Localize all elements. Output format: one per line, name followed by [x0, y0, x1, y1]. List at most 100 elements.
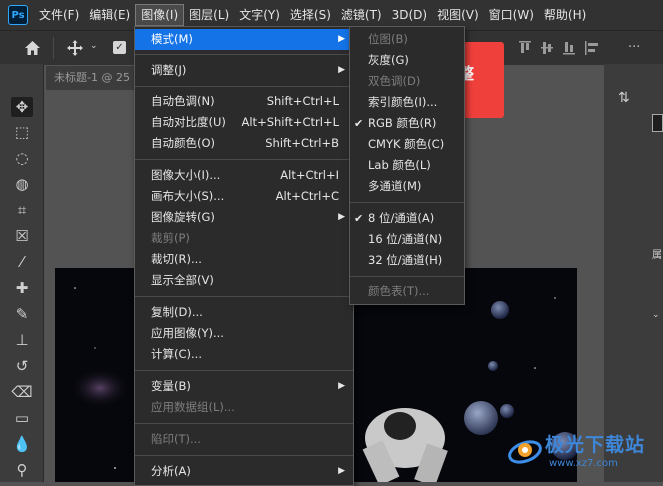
checkmark-icon: ✔: [354, 212, 364, 225]
menu-item-analysis[interactable]: 分析(A) ▶: [135, 461, 353, 482]
menu-item-label: 显示全部(V): [151, 273, 214, 287]
dodge-tool-icon[interactable]: ⚲: [11, 460, 33, 480]
menu-item-duplicate[interactable]: 复制(D)...: [135, 302, 353, 323]
gradient-tool-icon[interactable]: ▭: [11, 408, 33, 428]
chevron-down-icon[interactable]: ⌄: [652, 310, 660, 320]
chevron-down-icon[interactable]: ⌄: [90, 41, 98, 51]
menu-select[interactable]: 选择(S): [285, 4, 336, 26]
submenu-item-grayscale[interactable]: 灰度(G): [350, 50, 464, 71]
menu-edit[interactable]: 编辑(E): [84, 4, 135, 26]
move-tool-icon[interactable]: ✥: [11, 97, 33, 117]
eraser-tool-icon[interactable]: ⌫: [11, 382, 33, 402]
crop-tool-icon[interactable]: ⌗: [11, 200, 33, 220]
quick-select-tool-icon[interactable]: ◍: [11, 174, 33, 194]
separator: [135, 86, 353, 87]
menu-item-label: 裁剪(P): [151, 231, 190, 245]
menu-type[interactable]: 文字(Y): [234, 4, 285, 26]
submenu-item-multichannel[interactable]: 多通道(M): [350, 176, 464, 197]
submenu-item-32-bit[interactable]: 32 位/通道(H): [350, 250, 464, 271]
document-tab[interactable]: 未标题-1 @ 25: [46, 66, 134, 90]
frame-tool-icon[interactable]: ☒: [11, 226, 33, 246]
menu-item-adjustments[interactable]: 调整(J) ▶: [135, 60, 353, 81]
menu-item-label: 画布大小(S)...: [151, 189, 225, 203]
submenu-arrow-icon: ▶: [338, 65, 345, 75]
menu-item-label: 调整(J): [151, 63, 187, 77]
healing-brush-tool-icon[interactable]: ✚: [11, 278, 33, 298]
photoshop-logo-icon[interactable]: Ps: [8, 5, 28, 25]
submenu-item-label: RGB 颜色(R): [368, 116, 437, 130]
eyedropper-tool-icon[interactable]: ⁄: [11, 252, 33, 272]
menu-window[interactable]: 窗口(W): [484, 4, 539, 26]
menu-item-apply-data-set: 应用数据组(L)...: [135, 397, 353, 418]
menu-item-reveal-all[interactable]: 显示全部(V): [135, 270, 353, 291]
align-icons[interactable]: [519, 41, 609, 55]
panel-tab-label[interactable]: 属: [652, 246, 662, 261]
menu-item-calculations[interactable]: 计算(C)...: [135, 344, 353, 365]
menu-item-trim[interactable]: 裁切(R)...: [135, 249, 353, 270]
planet: [464, 401, 498, 435]
blur-tool-icon[interactable]: 💧: [11, 434, 33, 454]
menu-item-shortcut: Alt+Ctrl+C: [275, 189, 339, 203]
lasso-tool-icon[interactable]: ◌: [11, 148, 33, 168]
menu-view[interactable]: 视图(V): [432, 4, 484, 26]
menu-item-image-size[interactable]: 图像大小(I)... Alt+Ctrl+I: [135, 165, 353, 186]
menu-item-shortcut: Shift+Ctrl+B: [265, 136, 339, 150]
menu-item-label: 应用数据组(L)...: [151, 400, 235, 414]
submenu-arrow-icon: ▶: [338, 34, 345, 44]
separator: [135, 423, 353, 424]
submenu-item-label: 位图(B): [368, 32, 408, 46]
submenu-item-label: 16 位/通道(N): [368, 232, 443, 246]
separator: [135, 54, 353, 55]
menu-item-canvas-size[interactable]: 画布大小(S)... Alt+Ctrl+C: [135, 186, 353, 207]
menu-file[interactable]: 文件(F): [34, 4, 84, 26]
submenu-item-bitmap: 位图(B): [350, 29, 464, 50]
menu-item-auto-contrast[interactable]: 自动对比度(U) Alt+Shift+Ctrl+L: [135, 112, 353, 133]
history-brush-tool-icon[interactable]: ↺: [11, 356, 33, 376]
separator: [135, 159, 353, 160]
menu-help[interactable]: 帮助(H): [539, 4, 591, 26]
menu-item-label: 图像大小(I)...: [151, 168, 221, 182]
submenu-item-cmyk-color[interactable]: CMYK 颜色(C): [350, 134, 464, 155]
submenu-item-indexed-color[interactable]: 索引颜色(I)...: [350, 92, 464, 113]
menu-item-label: 复制(D)...: [151, 305, 203, 319]
more-options-icon[interactable]: ···: [628, 40, 640, 55]
menu-item-apply-image[interactable]: 应用图像(Y)...: [135, 323, 353, 344]
submenu-item-8-bit[interactable]: ✔ 8 位/通道(A): [350, 208, 464, 229]
menu-item-crop: 裁剪(P): [135, 228, 353, 249]
menu-item-image-rotation[interactable]: 图像旋转(G) ▶: [135, 207, 353, 228]
submenu-item-label: 8 位/通道(A): [368, 211, 435, 225]
watermark-logo-icon: [508, 440, 542, 464]
menu-item-auto-tone[interactable]: 自动色调(N) Shift+Ctrl+L: [135, 91, 353, 112]
swatch-icon[interactable]: [652, 114, 663, 132]
menu-item-shortcut: Alt+Ctrl+I: [280, 168, 339, 182]
menu-item-label: 变量(B): [151, 379, 191, 393]
menu-item-shortcut: Shift+Ctrl+L: [266, 94, 339, 108]
marquee-tool-icon[interactable]: ⬚: [11, 122, 33, 142]
separator: [350, 202, 464, 203]
submenu-item-label: 颜色表(T)...: [368, 284, 430, 298]
checkmark-icon: ✔: [354, 117, 364, 130]
menu-item-variables[interactable]: 变量(B) ▶: [135, 376, 353, 397]
submenu-item-lab-color[interactable]: Lab 颜色(L): [350, 155, 464, 176]
nebula: [70, 368, 130, 408]
brush-tool-icon[interactable]: ✎: [11, 304, 33, 324]
menu-item-auto-color[interactable]: 自动颜色(O) Shift+Ctrl+B: [135, 133, 353, 154]
image-menu: 模式(M) ▶ 调整(J) ▶ 自动色调(N) Shift+Ctrl+L 自动对…: [134, 26, 354, 486]
checkbox-icon[interactable]: ✓: [113, 41, 126, 54]
separator: [135, 455, 353, 456]
watermark-url: www.xz7.com: [549, 458, 618, 469]
menu-item-label: 自动颜色(O): [151, 136, 216, 150]
menu-3d[interactable]: 3D(D): [387, 4, 432, 26]
menu-filter[interactable]: 滤镜(T): [336, 4, 387, 26]
menu-image[interactable]: 图像(I): [135, 4, 185, 26]
history-panel-icon[interactable]: ⇅: [618, 90, 630, 106]
submenu-item-16-bit[interactable]: 16 位/通道(N): [350, 229, 464, 250]
home-icon[interactable]: [24, 40, 41, 56]
menu-item-mode[interactable]: 模式(M) ▶: [135, 29, 353, 50]
move-tool-icon[interactable]: [66, 39, 84, 57]
watermark: 极光下载站 www.xz7.com: [505, 428, 663, 482]
clone-stamp-tool-icon[interactable]: ⊥: [11, 330, 33, 350]
submenu-item-rgb-color[interactable]: ✔ RGB 颜色(R): [350, 113, 464, 134]
separator: [53, 37, 54, 59]
menu-layer[interactable]: 图层(L): [184, 4, 234, 26]
